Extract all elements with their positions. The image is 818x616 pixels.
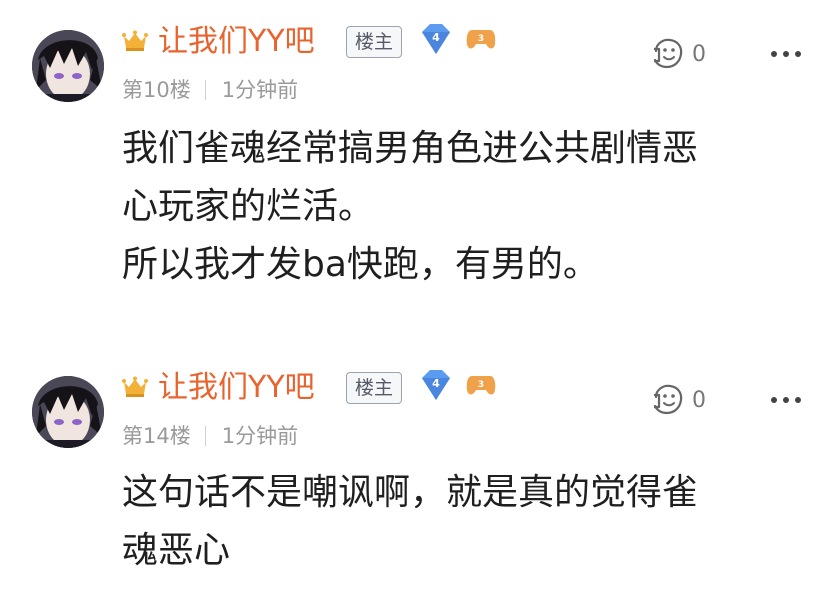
like-face-icon — [653, 384, 683, 415]
comment-post: 让我们YY吧 楼主 4 3 第10楼 1分钟前 0 我们雀魂经常搞男角色进公共剧情… — [0, 0, 818, 320]
like-face-icon — [653, 38, 683, 69]
gamepad-badge-icon: 3 — [466, 376, 496, 395]
comment-post: 让我们YY吧 楼主 4 3 第14楼 1分钟前 0 这句话不是嘲讽啊，就是真的觉得… — [0, 346, 818, 616]
like-button[interactable]: 0 — [650, 36, 706, 72]
content-line: 魂恶心 — [122, 530, 231, 571]
comment-content: 这句话不是嘲讽啊，就是真的觉得雀 魂恶心 — [122, 464, 802, 580]
post-meta: 第14楼 1分钟前 — [122, 422, 298, 450]
content-line: 心玩家的烂活。 — [122, 186, 375, 227]
comment-content: 我们雀魂经常搞男角色进公共剧情恶 心玩家的烂活。 所以我才发ba快跑，有男的。 — [122, 120, 802, 294]
avatar[interactable] — [32, 30, 104, 102]
diamond-level-icon: 4 — [422, 370, 450, 400]
post-time: 1分钟前 — [221, 424, 299, 448]
crown-icon — [122, 30, 148, 51]
crown-icon — [122, 376, 148, 397]
floor-number: 第10楼 — [122, 78, 191, 102]
username[interactable]: 让我们YY吧 — [158, 368, 315, 408]
more-dots-icon[interactable] — [768, 386, 804, 414]
meta-divider — [204, 80, 206, 100]
content-line: 这句话不是嘲讽啊，就是真的觉得雀 — [122, 472, 699, 513]
like-count: 0 — [692, 387, 706, 413]
post-meta: 第10楼 1分钟前 — [122, 76, 298, 104]
like-button[interactable]: 0 — [650, 382, 706, 418]
gamepad-badge-icon: 3 — [466, 30, 496, 49]
op-badge: 楼主 — [346, 26, 403, 58]
post-time: 1分钟前 — [221, 78, 299, 102]
username[interactable]: 让我们YY吧 — [158, 22, 315, 62]
floor-number: 第14楼 — [122, 424, 191, 448]
diamond-level-icon: 4 — [422, 24, 450, 54]
meta-divider — [204, 426, 206, 446]
op-badge: 楼主 — [346, 372, 403, 404]
like-count: 0 — [692, 41, 706, 67]
more-dots-icon[interactable] — [768, 40, 804, 68]
level-number: 4 — [432, 31, 440, 44]
content-line: 所以我才发ba快跑，有男的。 — [122, 244, 599, 285]
level-number: 4 — [432, 377, 440, 390]
content-line: 我们雀魂经常搞男角色进公共剧情恶 — [122, 128, 699, 169]
svg-text:3: 3 — [478, 34, 484, 44]
avatar[interactable] — [32, 376, 104, 448]
svg-text:3: 3 — [478, 380, 484, 390]
